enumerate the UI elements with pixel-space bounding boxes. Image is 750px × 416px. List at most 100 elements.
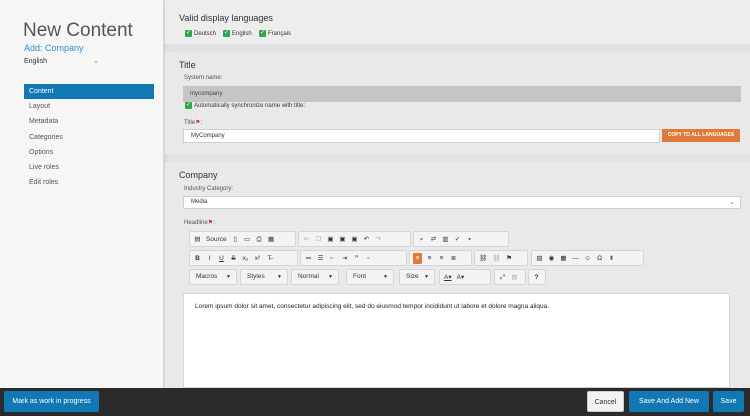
sidebar-item-metadata[interactable]: Metadata [24,114,154,129]
smiley-icon[interactable]: ☺ [583,253,592,264]
replace-icon[interactable]: ⇄ [429,234,438,245]
save-and-add-new-button[interactable]: Save And Add New [629,391,709,412]
maximize-icon[interactable]: ⤢ [498,272,507,283]
align-center-icon[interactable]: ≡ [425,253,434,264]
styles-dropdown[interactable]: Styles ▼ [240,269,288,285]
company-section: Company Industry Category: Media ⌄ Headl… [165,162,750,388]
system-name-field[interactable]: mycompany [183,86,741,102]
paste-text-icon[interactable]: ▣ [338,234,347,245]
show-blocks-icon[interactable]: ▤ [510,272,519,283]
language-checkbox-francais[interactable]: ✓ Français [259,30,291,37]
link-icon[interactable]: ⛓ [478,253,488,264]
toolbar-group-align: ≡ ≡ ≡ ≣ [409,250,472,266]
format-dropdown[interactable]: Normal ▼ [291,269,339,285]
toolbar-group-basicstyles: B I U S x₂ x² T̶ [189,250,298,266]
remove-format-icon[interactable]: T̶ [265,253,274,264]
toolbar-group-colors: A▾ A▾ [439,269,491,285]
templates-icon[interactable]: ▦ [267,234,276,245]
industry-category-value: Media [191,199,208,205]
sidebar-item-options[interactable]: Options [24,145,154,160]
image-icon[interactable]: ▨ [535,253,544,264]
align-right-icon[interactable]: ≡ [437,253,446,264]
background-color-icon[interactable]: A▾ [456,272,466,283]
macros-dropdown[interactable]: Macros ▼ [189,269,237,285]
form-icon[interactable]: ▪ [465,234,474,245]
font-dropdown[interactable]: Font ▼ [346,269,394,285]
sidebar-item-content[interactable]: Content [24,84,154,100]
special-char-icon[interactable]: Ω [595,253,604,264]
size-label: Size [406,273,419,280]
language-label: Français [268,30,292,37]
flash-icon[interactable]: ◉ [547,253,556,264]
language-label: English [232,30,252,37]
numbered-list-icon[interactable]: ≔ [304,253,313,264]
preview-icon[interactable]: ▭ [243,234,252,245]
bold-icon[interactable]: B [193,253,202,264]
language-checkbox-deutsch[interactable]: ✓ Deutsch [185,30,216,37]
strikethrough-icon[interactable]: S [229,253,238,264]
align-left-icon[interactable]: ≡ [413,252,422,264]
copy-to-all-languages-button[interactable]: COPY TO ALL LANGUAGES [662,129,740,142]
sidebar-item-live-roles[interactable]: Live roles [24,160,154,175]
spellcheck-icon[interactable]: ✓ [453,234,462,245]
bulleted-list-icon[interactable]: ☰ [316,253,325,264]
industry-category-select[interactable]: Media ⌄ [183,196,741,209]
unlink-icon[interactable]: ⛓ [491,253,501,264]
toolbar-group-insert: ▨ ◉ ▦ ― ☺ Ω ⇟ [531,250,644,266]
blockquote-icon[interactable]: ” [352,253,361,264]
cut-icon[interactable]: ✂ [302,234,311,245]
undo-icon[interactable]: ↶ [362,234,371,245]
underline-icon[interactable]: U [217,253,226,264]
cancel-button[interactable]: Cancel [587,391,624,412]
outdent-icon[interactable]: ⇤ [328,253,337,264]
paste-word-icon[interactable]: ▣ [350,234,359,245]
languages-section: Valid display languages ✓ Deutsch ✓ Engl… [165,0,750,44]
main-panel: Valid display languages ✓ Deutsch ✓ Engl… [165,0,750,388]
toolbar-group-links: ⛓ ⛓ ⚑ [474,250,528,266]
italic-icon[interactable]: I [205,253,214,264]
title-input[interactable]: MyCompany [183,129,660,143]
language-select[interactable]: English ⌄ [24,58,99,65]
checkmark-icon: ✓ [185,102,192,109]
toolbar-group-clipboard: ✂ ❐ ▣ ▣ ▣ ↶ ↷ [298,231,411,247]
new-page-icon[interactable]: ▯ [231,234,240,245]
copy-icon[interactable]: ❐ [314,234,323,245]
save-button[interactable]: Save [713,391,744,412]
dropdown-arrow-icon: ▼ [277,274,282,280]
table-icon[interactable]: ▦ [559,253,568,264]
toolbar-group-document: ▤ Source ▯ ▭ ⎙ ▦ [189,231,296,247]
dropdown-arrow-icon: ▼ [383,274,388,280]
subscript-icon[interactable]: x₂ [241,253,250,264]
find-icon[interactable]: ⌕ [417,234,426,245]
size-dropdown[interactable]: Size ▼ [399,269,435,285]
title-label-text: Title [184,120,196,126]
horizontal-line-icon[interactable]: ― [571,253,580,264]
source-icon[interactable]: ▤ [193,234,202,245]
sidebar-item-edit-roles[interactable]: Edit roles [24,175,154,190]
sidebar-item-categories[interactable]: Categories [24,130,154,145]
page-break-icon[interactable]: ⇟ [607,253,616,264]
format-label: Normal [298,273,319,280]
superscript-icon[interactable]: x² [253,253,262,264]
flag-icon: ⚑ [207,220,214,226]
select-all-icon[interactable]: ▥ [441,234,450,245]
paste-icon[interactable]: ▣ [326,234,335,245]
redo-icon[interactable]: ↷ [374,234,383,245]
language-checkbox-english[interactable]: ✓ English [223,30,252,37]
anchor-icon[interactable]: ⚑ [505,253,514,264]
text-color-icon[interactable]: A▾ [443,272,453,283]
print-icon[interactable]: ⎙ [255,234,264,245]
headline-editor-body[interactable]: Lorem ipsum dolor sit amet, consectetur … [183,293,730,388]
flag-icon: ⚑ [195,120,201,126]
sync-name-label: Automatically synchronize name with titl… [194,102,306,109]
div-container-icon[interactable]: ▫ [364,253,373,264]
justify-icon[interactable]: ≣ [449,253,458,264]
mark-work-in-progress-button[interactable]: Mark as work in progress [4,391,99,412]
checkmark-icon: ✓ [185,30,192,37]
help-icon[interactable]: ? [532,272,541,283]
languages-heading: Valid display languages [179,13,273,23]
source-button[interactable]: Source [205,234,228,245]
sync-name-checkbox[interactable]: ✓ Automatically synchronize name with ti… [185,102,305,109]
indent-icon[interactable]: ⇥ [340,253,349,264]
sidebar-item-layout[interactable]: Layout [24,99,154,114]
